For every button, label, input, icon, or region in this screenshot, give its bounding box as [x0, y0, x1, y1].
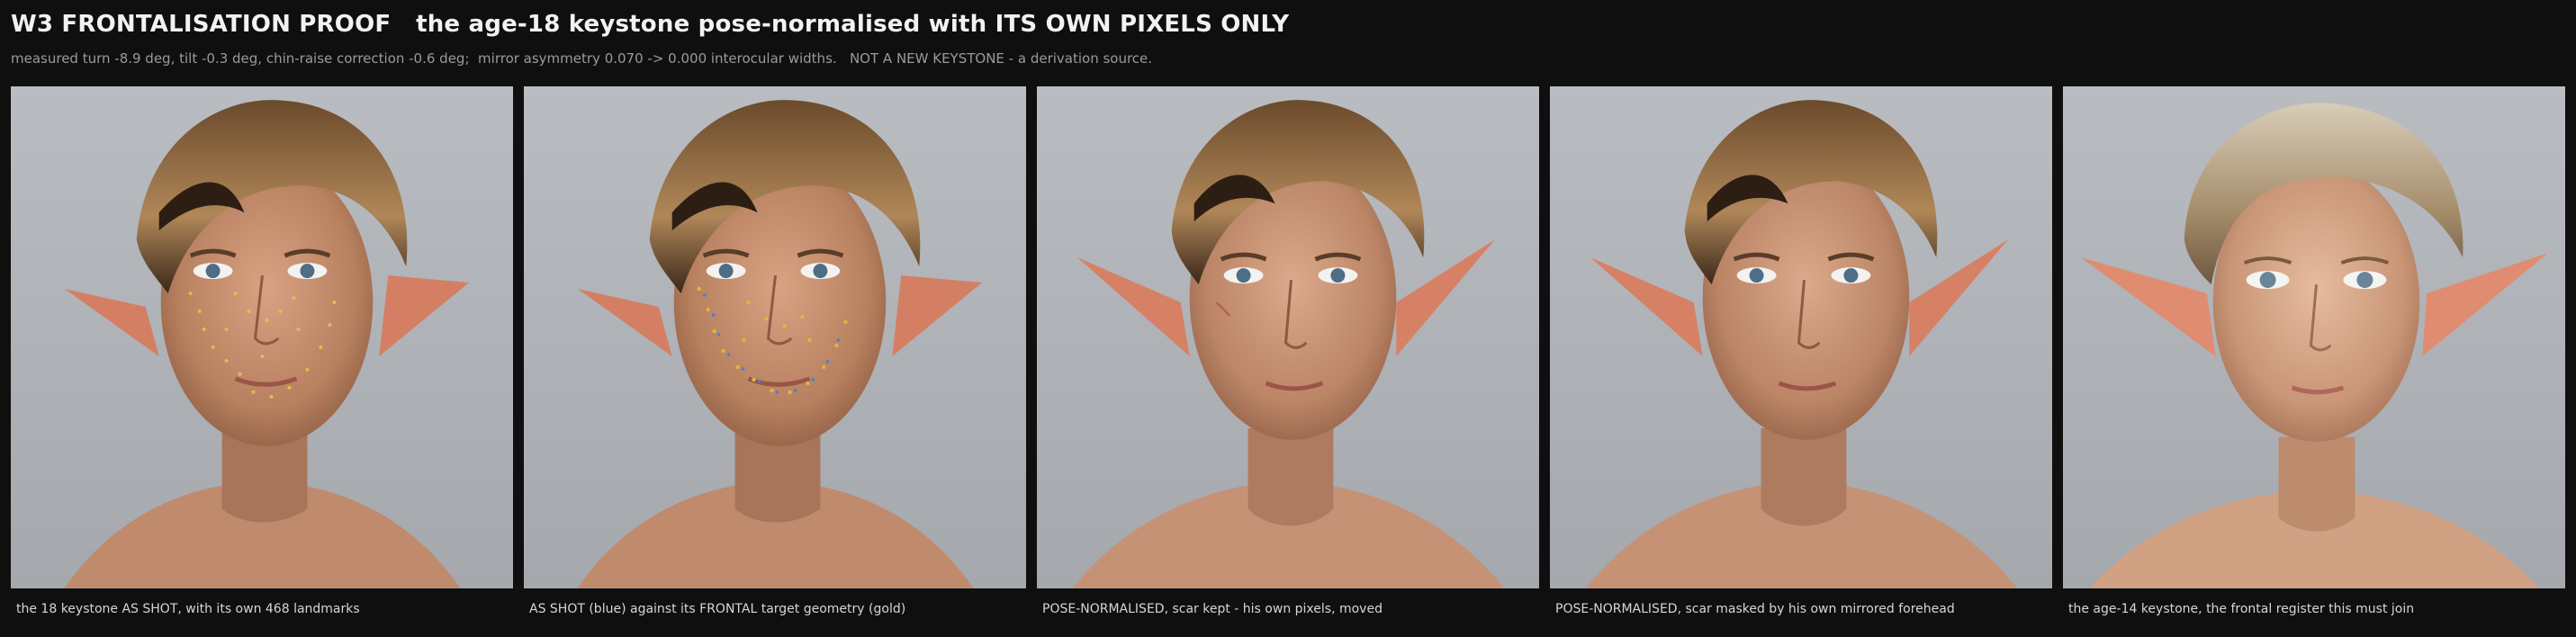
face-age14-icon — [2080, 103, 2549, 588]
face-with-target-overlay-icon — [577, 100, 983, 588]
face-frontal-icon — [1072, 100, 1505, 588]
image-panel-normalised-scar-masked[interactable] — [1550, 86, 2052, 588]
header: W3 FRONTALISATION PROOF the age-18 keyst… — [11, 9, 2565, 67]
image-row — [11, 86, 2565, 588]
panel-caption: the 18 keystone AS SHOT, with its own 46… — [16, 602, 360, 616]
page-title: W3 FRONTALISATION PROOF the age-18 keyst… — [11, 11, 1290, 38]
panel-caption: POSE-NORMALISED, scar kept - his own pix… — [1042, 602, 1383, 616]
image-panel-age14-keystone[interactable] — [2063, 86, 2565, 588]
face-with-landmarks-icon — [64, 100, 470, 588]
image-panel-target-overlay[interactable] — [524, 86, 1026, 588]
panel-caption: AS SHOT (blue) against its FRONTAL targe… — [529, 602, 906, 616]
panel-caption: the age-14 keystone, the frontal registe… — [2068, 602, 2415, 616]
panel-caption: POSE-NORMALISED, scar masked by his own … — [1555, 602, 1955, 616]
image-panel-normalised-scar-kept[interactable] — [1037, 86, 1539, 588]
caption-row: the 18 keystone AS SHOT, with its own 46… — [11, 588, 2565, 630]
page-subtitle: measured turn -8.9 deg, tilt -0.3 deg, c… — [11, 50, 1153, 67]
image-panel-as-shot[interactable] — [11, 86, 513, 588]
face-frontal-masked-icon — [1585, 100, 2018, 588]
